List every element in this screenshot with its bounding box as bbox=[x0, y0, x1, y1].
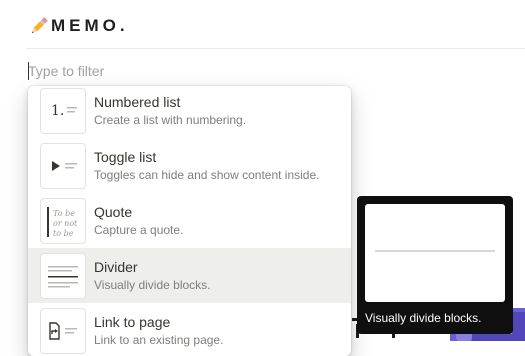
preview-divider-line bbox=[375, 250, 495, 252]
header-divider bbox=[26, 48, 525, 49]
filter-input[interactable] bbox=[28, 62, 328, 80]
menu-item-quote[interactable]: To be or not to be Quote Capture a quote… bbox=[28, 193, 351, 248]
divider-thumbnail-icon bbox=[40, 252, 86, 299]
toggle-list-thumbnail-icon bbox=[40, 142, 86, 189]
app-header: MEMO. bbox=[28, 14, 129, 38]
quote-thumbnail-icon: To be or not to be bbox=[40, 197, 86, 244]
menu-item-label: Numbered list bbox=[94, 94, 181, 110]
numbered-list-thumbnail-icon: 1. bbox=[40, 87, 86, 134]
svg-text:to be: to be bbox=[53, 229, 74, 238]
divider-preview-icon bbox=[365, 204, 505, 302]
preview-caption: Visually divide blocks. bbox=[365, 311, 482, 325]
link-to-page-thumbnail-icon bbox=[40, 307, 86, 354]
block-menu: 1. Numbered list Create a list with numb… bbox=[28, 86, 351, 356]
svg-text:or not: or not bbox=[53, 219, 78, 228]
block-preview-tooltip: Visually divide blocks. bbox=[357, 196, 513, 334]
menu-item-description: Capture a quote. bbox=[94, 223, 184, 237]
menu-item-label: Divider bbox=[94, 259, 138, 275]
menu-item-description: Visually divide blocks. bbox=[94, 278, 211, 292]
pencil-icon bbox=[28, 15, 50, 37]
menu-item-description: Toggles can hide and show content inside… bbox=[94, 168, 320, 182]
menu-item-description: Create a list with numbering. bbox=[94, 113, 247, 127]
menu-item-link-to-page[interactable]: Link to page Link to an existing page. bbox=[28, 303, 351, 356]
menu-item-numbered-list[interactable]: 1. Numbered list Create a list with numb… bbox=[28, 86, 351, 138]
menu-item-label: Quote bbox=[94, 204, 133, 220]
svg-text:To be: To be bbox=[53, 209, 75, 218]
text-cursor bbox=[28, 62, 29, 80]
svg-text:1.: 1. bbox=[51, 103, 64, 119]
menu-item-divider[interactable]: Divider Visually divide blocks. bbox=[28, 248, 351, 303]
menu-item-label: Link to page bbox=[94, 314, 171, 330]
menu-item-toggle-list[interactable]: Toggle list Toggles can hide and show co… bbox=[28, 138, 351, 193]
menu-item-description: Link to an existing page. bbox=[94, 333, 224, 347]
menu-item-label: Toggle list bbox=[94, 149, 157, 165]
app-title: MEMO. bbox=[51, 16, 129, 35]
